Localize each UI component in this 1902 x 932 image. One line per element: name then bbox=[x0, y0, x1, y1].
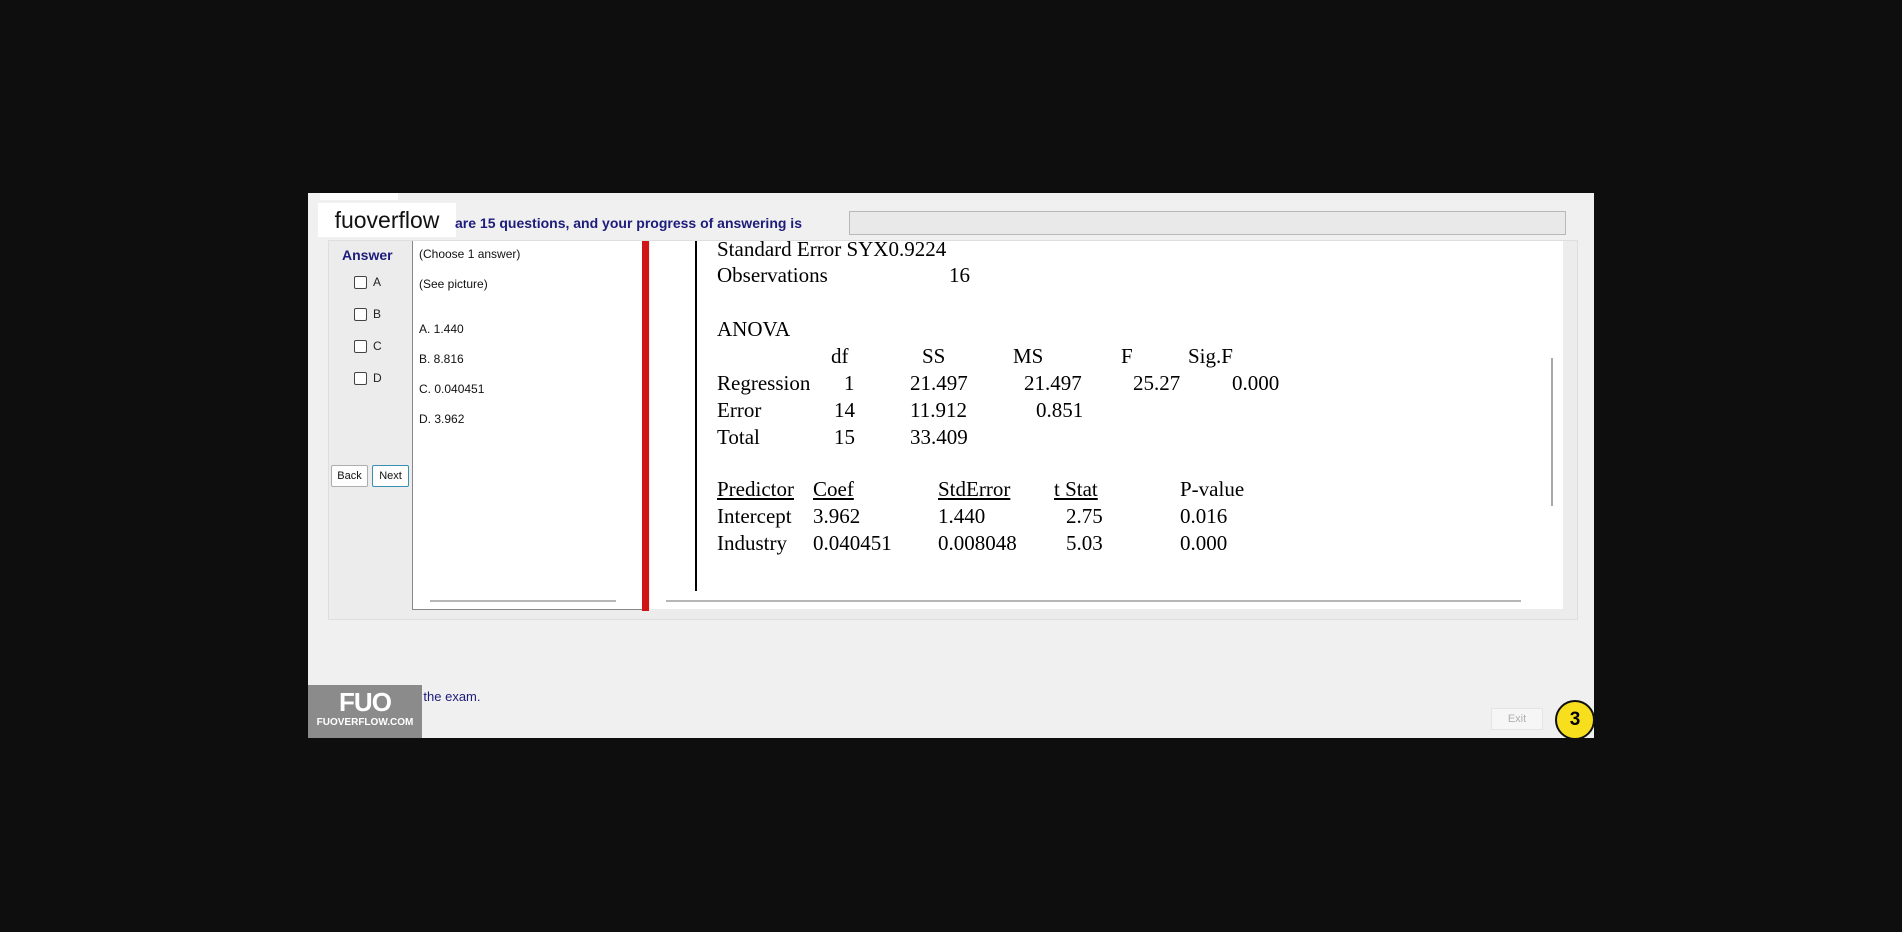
anova-row-ss: 11.912 bbox=[910, 398, 967, 422]
pred-row-t: 2.75 bbox=[1066, 504, 1103, 528]
anova-row-df: 14 bbox=[834, 398, 855, 422]
anova-row-ms: 0.851 bbox=[1036, 398, 1084, 422]
logo-text: FUO bbox=[339, 687, 392, 717]
exam-window: fuoverflow are 15 questions, and your pr… bbox=[308, 193, 1594, 738]
anova-header-df: df bbox=[831, 344, 849, 368]
answer-option-label: B bbox=[373, 307, 382, 321]
anova-row-name: Error bbox=[717, 398, 762, 422]
window-top-fragment bbox=[320, 193, 398, 200]
checkbox-c[interactable] bbox=[354, 339, 367, 353]
splitter-handle[interactable] bbox=[642, 241, 649, 611]
pred-row-name: Intercept bbox=[717, 504, 792, 528]
step-number-badge: 3 bbox=[1555, 700, 1595, 740]
question-instruction: (Choose 1 answer) bbox=[419, 247, 521, 261]
anova-header-sigf: Sig.F bbox=[1188, 344, 1233, 368]
answer-option-label: D bbox=[373, 371, 382, 385]
pred-row-p: 0.016 bbox=[1180, 504, 1228, 528]
answer-option-d[interactable]: D bbox=[354, 371, 382, 385]
pred-row-se: 1.440 bbox=[938, 504, 986, 528]
answer-option-b[interactable]: B bbox=[354, 307, 381, 321]
pred-row-t: 5.03 bbox=[1066, 531, 1103, 555]
pred-row-p: 0.000 bbox=[1180, 531, 1228, 555]
choice-b: B. 8.816 bbox=[419, 352, 464, 366]
question-text-pane: (Choose 1 answer) (See picture) A. 1.440… bbox=[412, 241, 646, 610]
checkbox-d[interactable] bbox=[354, 371, 367, 385]
anova-header-f: F bbox=[1121, 344, 1133, 368]
image-left-border bbox=[695, 241, 697, 591]
progress-text: are 15 questions, and your progress of a… bbox=[455, 215, 802, 231]
anova-row-df: 1 bbox=[844, 371, 855, 395]
question-image-pane: Standard Error SYX0.9224 Observations 16… bbox=[650, 241, 1563, 609]
answer-option-label: A bbox=[373, 275, 382, 289]
anova-row-ss: 21.497 bbox=[910, 371, 968, 395]
pred-row-name: Industry bbox=[717, 531, 787, 555]
pred-row-se: 0.008048 bbox=[938, 531, 1017, 555]
anova-header-ss: SS bbox=[922, 344, 946, 368]
anova-row-f: 25.27 bbox=[1133, 371, 1181, 395]
answer-option-a[interactable]: A bbox=[354, 275, 381, 289]
pred-header-predictor: Predictor bbox=[717, 477, 794, 501]
choice-d: D. 3.962 bbox=[419, 412, 465, 426]
std-error-text: Standard Error SYX0.9224 bbox=[717, 241, 947, 261]
answer-option-c[interactable]: C bbox=[354, 339, 382, 353]
anova-row-ss: 33.409 bbox=[910, 425, 968, 449]
vertical-scrollbar[interactable] bbox=[1551, 358, 1553, 506]
horizontal-scrollbar[interactable] bbox=[666, 600, 1521, 602]
checkbox-a[interactable] bbox=[354, 275, 367, 289]
observations-label: Observations bbox=[717, 263, 828, 287]
back-button[interactable]: Back bbox=[331, 465, 368, 487]
pred-header-coef: Coef bbox=[813, 477, 854, 501]
pred-header-tstat: t Stat bbox=[1054, 477, 1098, 501]
watermark-label: fuoverflow bbox=[318, 203, 456, 237]
anova-row-df: 15 bbox=[834, 425, 855, 449]
exit-button[interactable]: Exit bbox=[1491, 708, 1543, 730]
pred-row-coef: 3.962 bbox=[813, 504, 861, 528]
observations-value: 16 bbox=[949, 263, 970, 287]
pred-row-coef: 0.040451 bbox=[813, 531, 892, 555]
anova-row-ms: 21.497 bbox=[1024, 371, 1082, 395]
next-button[interactable]: Next bbox=[372, 465, 409, 487]
progress-bar bbox=[849, 211, 1566, 235]
pred-header-stderror: StdError bbox=[938, 477, 1011, 501]
anova-row-name: Regression bbox=[717, 371, 811, 395]
anova-header-ms: MS bbox=[1013, 344, 1044, 368]
pred-header-pvalue: P-value bbox=[1180, 477, 1245, 501]
anova-row-sig: 0.000 bbox=[1232, 371, 1280, 395]
anova-title: ANOVA bbox=[717, 317, 791, 341]
checkbox-b[interactable] bbox=[354, 307, 367, 321]
answer-title: Answer bbox=[342, 247, 393, 263]
question-prompt: (See picture) bbox=[419, 277, 488, 291]
fuo-logo: FUO FUOVERFLOW.COM bbox=[308, 685, 422, 738]
answer-option-label: C bbox=[373, 339, 382, 353]
horizontal-scrollbar[interactable] bbox=[430, 600, 616, 602]
anova-row-name: Total bbox=[717, 425, 760, 449]
choice-c: C. 0.040451 bbox=[419, 382, 485, 396]
logo-subtext: FUOVERFLOW.COM bbox=[316, 717, 414, 728]
choice-a: A. 1.440 bbox=[419, 322, 464, 336]
